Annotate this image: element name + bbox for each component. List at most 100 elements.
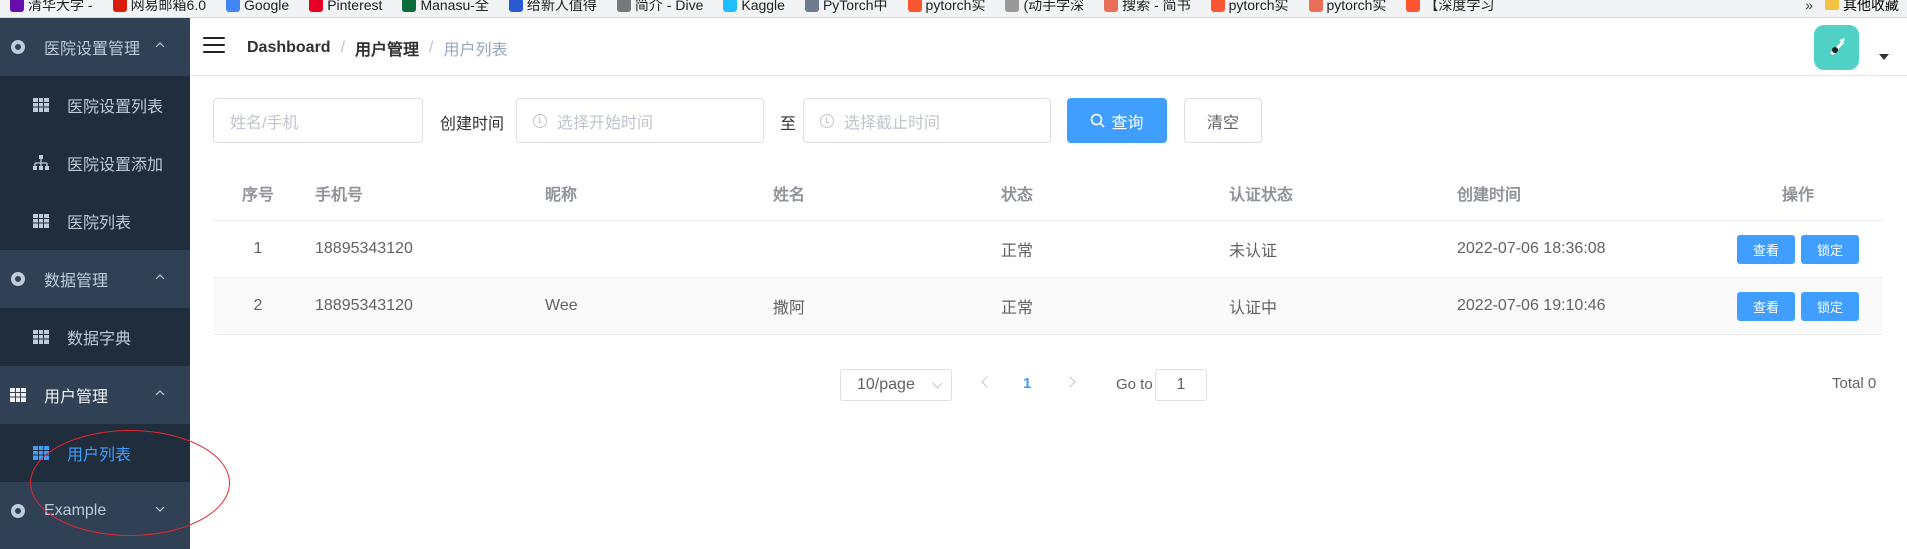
start-time-placeholder: 选择开始时间: [557, 114, 654, 132]
sidebar-item-hospital-settings-list[interactable]: 医院设置列表: [0, 76, 190, 134]
bookmark-favicon-icon: [1005, 0, 1020, 12]
bookmark-label: 搜索 - 简书: [1122, 0, 1191, 13]
sidebar-item-hospital-settings-add[interactable]: 医院设置添加: [0, 134, 190, 192]
query-button[interactable]: 查询: [1067, 98, 1167, 143]
bookmark-label: Manasu-全: [420, 0, 489, 13]
hamburger-menu-icon[interactable]: [203, 37, 225, 55]
sidebar-item-label: 医院列表: [67, 215, 132, 232]
bookmark-item[interactable]: pytorch实: [898, 0, 996, 14]
goto-page-input[interactable]: 1: [1155, 369, 1207, 401]
bookmark-item[interactable]: pytorch实: [1299, 0, 1397, 14]
table-row: 2 18895343120 Wee 撒阿 正常 认证中 2022-07-06 1…: [213, 278, 1883, 335]
cell-index: 1: [253, 240, 263, 257]
cell-status: 正常: [1001, 300, 1034, 317]
bookmark-label: (动手学深: [1023, 0, 1085, 13]
user-table: 序号 手机号 昵称 姓名 状态 认证状态 创建时间 操作 1 188953431…: [213, 165, 1883, 335]
sidebar-item-hospital-list[interactable]: 医院列表: [0, 192, 190, 250]
bookmark-item[interactable]: Google: [216, 0, 299, 14]
avatar[interactable]: [1814, 25, 1859, 70]
view-button[interactable]: 查看: [1736, 234, 1795, 264]
cell-auth-status: 认证中: [1229, 300, 1278, 317]
name-phone-placeholder: 姓名/手机: [230, 114, 299, 132]
header-created-time: 创建时间: [1457, 186, 1522, 204]
bookmark-favicon-icon: [616, 0, 631, 12]
table-icon: [33, 214, 49, 228]
bookmark-item[interactable]: 清华大学 -: [0, 0, 103, 14]
bookmark-item[interactable]: 给新人值得: [499, 0, 607, 14]
sidebar-group-label: 数据管理: [44, 273, 109, 290]
bookmark-item[interactable]: (动手学深: [995, 0, 1094, 14]
bookmark-item[interactable]: pytorch实: [1201, 0, 1299, 14]
bookmark-favicon-icon: [1308, 0, 1323, 12]
bookmark-favicon-icon: [10, 0, 24, 12]
goto-label: Go to: [1116, 376, 1153, 393]
pagination: 10/page 1 Go to 1 Total 0: [0, 369, 1907, 401]
sidebar-group-example[interactable]: Example: [0, 482, 190, 540]
bookmark-item[interactable]: PyTorch中: [795, 0, 898, 14]
clear-button[interactable]: 清空: [1184, 98, 1262, 143]
header-auth-status: 认证状态: [1229, 186, 1294, 204]
tree-icon: [33, 155, 49, 170]
query-button-label: 查询: [1111, 114, 1144, 132]
sidebar: 医院设置管理 医院设置列表 医院设置添加 医院列表 数据管理 数据字典 用户管理…: [0, 18, 190, 549]
page-size-select[interactable]: 10/page: [840, 369, 952, 401]
sidebar-item-user-list[interactable]: 用户列表: [0, 424, 190, 482]
bookmark-favicon-icon: [112, 0, 127, 12]
bookmark-label: pytorch实: [1326, 0, 1387, 13]
header-actions: 操作: [1781, 186, 1814, 204]
end-time-picker[interactable]: 选择截止时间: [803, 98, 1051, 143]
cell-auth-status: 未认证: [1229, 243, 1278, 260]
cell-phone: 18895343120: [315, 297, 413, 314]
settings-icon: [11, 272, 25, 286]
caret-down-icon[interactable]: [1879, 54, 1889, 60]
cell-created-time: 2022-07-06 19:10:46: [1457, 297, 1606, 314]
other-bookmarks-label: 其他收藏: [1843, 0, 1899, 13]
bookmark-item[interactable]: Manasu-全: [392, 0, 498, 14]
bookmark-item[interactable]: 简介 - Dive: [607, 0, 713, 14]
lock-button[interactable]: 锁定: [1801, 234, 1860, 264]
bookmark-favicon-icon: [1406, 0, 1421, 12]
total-count: Total 0: [1832, 375, 1877, 392]
breadcrumb-home[interactable]: Dashboard: [247, 39, 331, 57]
bookmark-label: 清华大学 -: [28, 0, 93, 13]
view-button[interactable]: 查看: [1736, 291, 1795, 321]
sidebar-group-hospital-settings[interactable]: 医院设置管理: [0, 18, 190, 76]
bookmark-favicon-icon: [1210, 0, 1225, 12]
cell-name: 撒阿: [773, 300, 806, 317]
bookmark-label: pytorch实: [1228, 0, 1289, 13]
breadcrumb-separator: /: [429, 39, 434, 56]
created-time-label: 创建时间: [440, 116, 505, 133]
bookmarks-overflow-button[interactable]: »: [1793, 0, 1825, 13]
bookmark-item[interactable]: Pinterest: [299, 0, 392, 14]
bookmark-label: pytorch实: [925, 0, 986, 13]
next-page-icon[interactable]: [1064, 376, 1076, 388]
cell-phone: 18895343120: [315, 240, 413, 257]
name-phone-input[interactable]: 姓名/手机: [213, 98, 423, 143]
bookmark-favicon-icon: [508, 0, 523, 12]
bookmarks-bar: 清华大学 - 网易邮箱6.0 Google Pinterest Manasu-全 给新人值…: [0, 0, 1907, 18]
lock-button[interactable]: 锁定: [1801, 291, 1860, 321]
folder-icon: [1825, 0, 1839, 10]
clear-button-label: 清空: [1206, 114, 1239, 132]
sidebar-group-data-management[interactable]: 数据管理: [0, 250, 190, 308]
header-status: 状态: [1001, 186, 1034, 204]
settings-icon: [11, 40, 25, 54]
bookmark-favicon-icon: [723, 0, 738, 12]
prev-page-icon[interactable]: [981, 376, 993, 388]
breadcrumb: Dashboard / 用户管理 / 用户列表: [247, 36, 508, 60]
other-bookmarks-folder[interactable]: 其他收藏: [1825, 0, 1907, 15]
bookmark-item[interactable]: Kaggle: [713, 0, 795, 14]
bookmark-item[interactable]: 搜索 - 简书: [1094, 0, 1200, 14]
bookmark-item[interactable]: 【深度学习: [1396, 0, 1504, 14]
chevron-up-icon: [155, 274, 165, 280]
start-time-picker[interactable]: 选择开始时间: [516, 98, 764, 143]
clock-icon: [533, 113, 547, 128]
page-number-current[interactable]: 1: [1023, 375, 1031, 392]
table-icon: [33, 330, 49, 344]
settings-icon: [11, 504, 25, 518]
bookmark-item[interactable]: 网易邮箱6.0: [103, 0, 216, 14]
sidebar-item-data-dictionary[interactable]: 数据字典: [0, 308, 190, 366]
cell-nickname: Wee: [545, 297, 578, 314]
bookmark-label: Google: [244, 0, 290, 13]
breadcrumb-parent[interactable]: 用户管理: [355, 36, 419, 60]
